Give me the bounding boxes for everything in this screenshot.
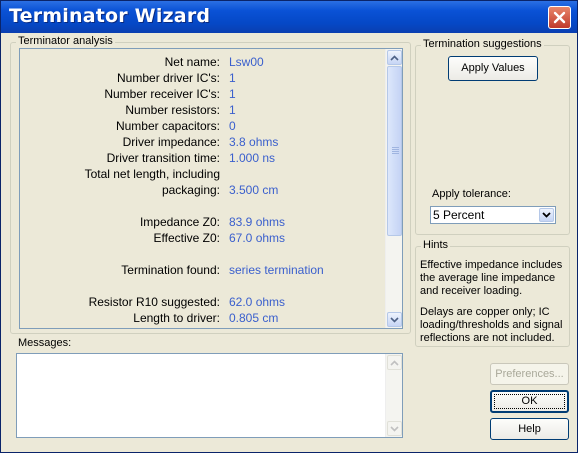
close-button[interactable]: [548, 6, 571, 29]
analysis-row-label: Resistor R10 suggested:: [88, 295, 220, 309]
analysis-row: Driver impedance: 3.8 ohms: [20, 134, 384, 150]
analysis-row-label: Impedance Z0:: [139, 215, 220, 229]
analysis-row: Total net length, including: [20, 166, 384, 182]
analysis-row-label: Driver transition time:: [106, 151, 220, 165]
messages-label: Messages:: [18, 337, 72, 349]
chevron-down-icon: [390, 425, 399, 432]
chevron-up-icon: [390, 54, 399, 61]
analysis-row: Number receiver IC's: 1: [20, 86, 384, 102]
messages-scroll-down-button[interactable]: [387, 421, 402, 436]
terminator-analysis-legend: Terminator analysis: [16, 35, 115, 47]
analysis-row: Number driver IC's: 1: [20, 70, 384, 86]
messages-textarea[interactable]: [16, 353, 403, 438]
analysis-list[interactable]: Net name: Lsw00 Number driver IC's: 1 Number…: [19, 48, 403, 329]
hint-text-1: Effective impedance includes the average…: [420, 259, 563, 297]
analysis-row-value: 1: [229, 103, 236, 117]
close-icon: [553, 11, 566, 24]
analysis-row-label: Number capacitors:: [115, 119, 220, 133]
termination-suggestions-legend: Termination suggestions: [421, 38, 544, 50]
scroll-thumb[interactable]: [387, 66, 402, 236]
analysis-row: Number resistors: 1: [20, 102, 384, 118]
hint-text-2: Delays are copper only; IC loading/thres…: [420, 306, 563, 344]
terminator-wizard-window: Terminator Wizard Terminator analysis Ne…: [0, 0, 578, 453]
analysis-row-label: Number resistors:: [125, 103, 220, 117]
scroll-up-button[interactable]: [387, 50, 402, 65]
analysis-row-value: 1.000 ns: [229, 151, 276, 165]
analysis-row-value: 0: [229, 119, 236, 133]
messages-scrollbar[interactable]: [385, 354, 402, 437]
analysis-row: packaging: 3.500 cm: [20, 182, 384, 198]
chevron-down-icon: [542, 212, 551, 218]
apply-values-button[interactable]: Apply Values: [448, 56, 538, 81]
analysis-row-label: Length to driver:: [133, 311, 220, 325]
analysis-row-value: Lsw00: [229, 55, 264, 69]
analysis-row: Termination found: series termination: [20, 262, 384, 278]
analysis-row-value: 1: [229, 87, 236, 101]
analysis-row-value: 67.0 ohms: [229, 231, 286, 245]
chevron-down-icon: [390, 316, 399, 323]
analysis-row-value: 62.0 ohms: [229, 295, 286, 309]
analysis-row-label: Total net length, including: [84, 167, 220, 181]
analysis-row-label: Termination found:: [121, 263, 220, 277]
analysis-row-value: 1: [229, 71, 236, 85]
help-button[interactable]: Help: [490, 418, 569, 440]
analysis-scrollbar[interactable]: [385, 49, 402, 328]
scroll-down-button[interactable]: [387, 312, 402, 327]
chevron-up-icon: [390, 359, 399, 366]
analysis-row-value: 83.9 ohms: [229, 215, 286, 229]
messages-scroll-up-button[interactable]: [387, 355, 402, 370]
ok-button[interactable]: OK: [490, 390, 569, 413]
analysis-row-label: packaging:: [161, 183, 220, 197]
analysis-row-value: series termination: [229, 263, 324, 277]
analysis-row: Driver transition time: 1.000 ns: [20, 150, 384, 166]
analysis-row-label: Net name:: [164, 55, 220, 69]
analysis-row: Number capacitors: 0: [20, 118, 384, 134]
analysis-row: Length to driver: 0.805 cm: [20, 310, 384, 326]
focus-rectangle: [494, 394, 565, 409]
analysis-row: Impedance Z0: 83.9 ohms: [20, 214, 384, 230]
analysis-row: Effective Z0: 67.0 ohms: [20, 230, 384, 246]
analysis-row-label: Effective Z0:: [153, 231, 220, 245]
hints-legend: Hints: [421, 239, 451, 251]
analysis-row-value: 3.8 ohms: [229, 135, 279, 149]
window-title: Terminator Wizard: [9, 5, 211, 27]
dropdown-arrow-button[interactable]: [539, 208, 554, 222]
tolerance-select[interactable]: 5 Percent: [430, 206, 556, 224]
analysis-row-value: 3.500 cm: [229, 183, 279, 197]
analysis-row: Net name: Lsw00: [20, 54, 384, 70]
analysis-row-label: Number driver IC's:: [117, 71, 220, 85]
apply-tolerance-label: Apply tolerance:: [432, 188, 511, 200]
analysis-row-label: Number receiver IC's:: [104, 87, 220, 101]
analysis-row-label: Driver impedance:: [122, 135, 220, 149]
analysis-row: Resistor R10 suggested: 62.0 ohms: [20, 294, 384, 310]
title-bar[interactable]: Terminator Wizard: [1, 1, 577, 33]
tolerance-selected-value: 5 Percent: [433, 208, 485, 222]
analysis-row-value: 0.805 cm: [229, 311, 279, 325]
preferences-button[interactable]: Preferences...: [490, 363, 569, 385]
